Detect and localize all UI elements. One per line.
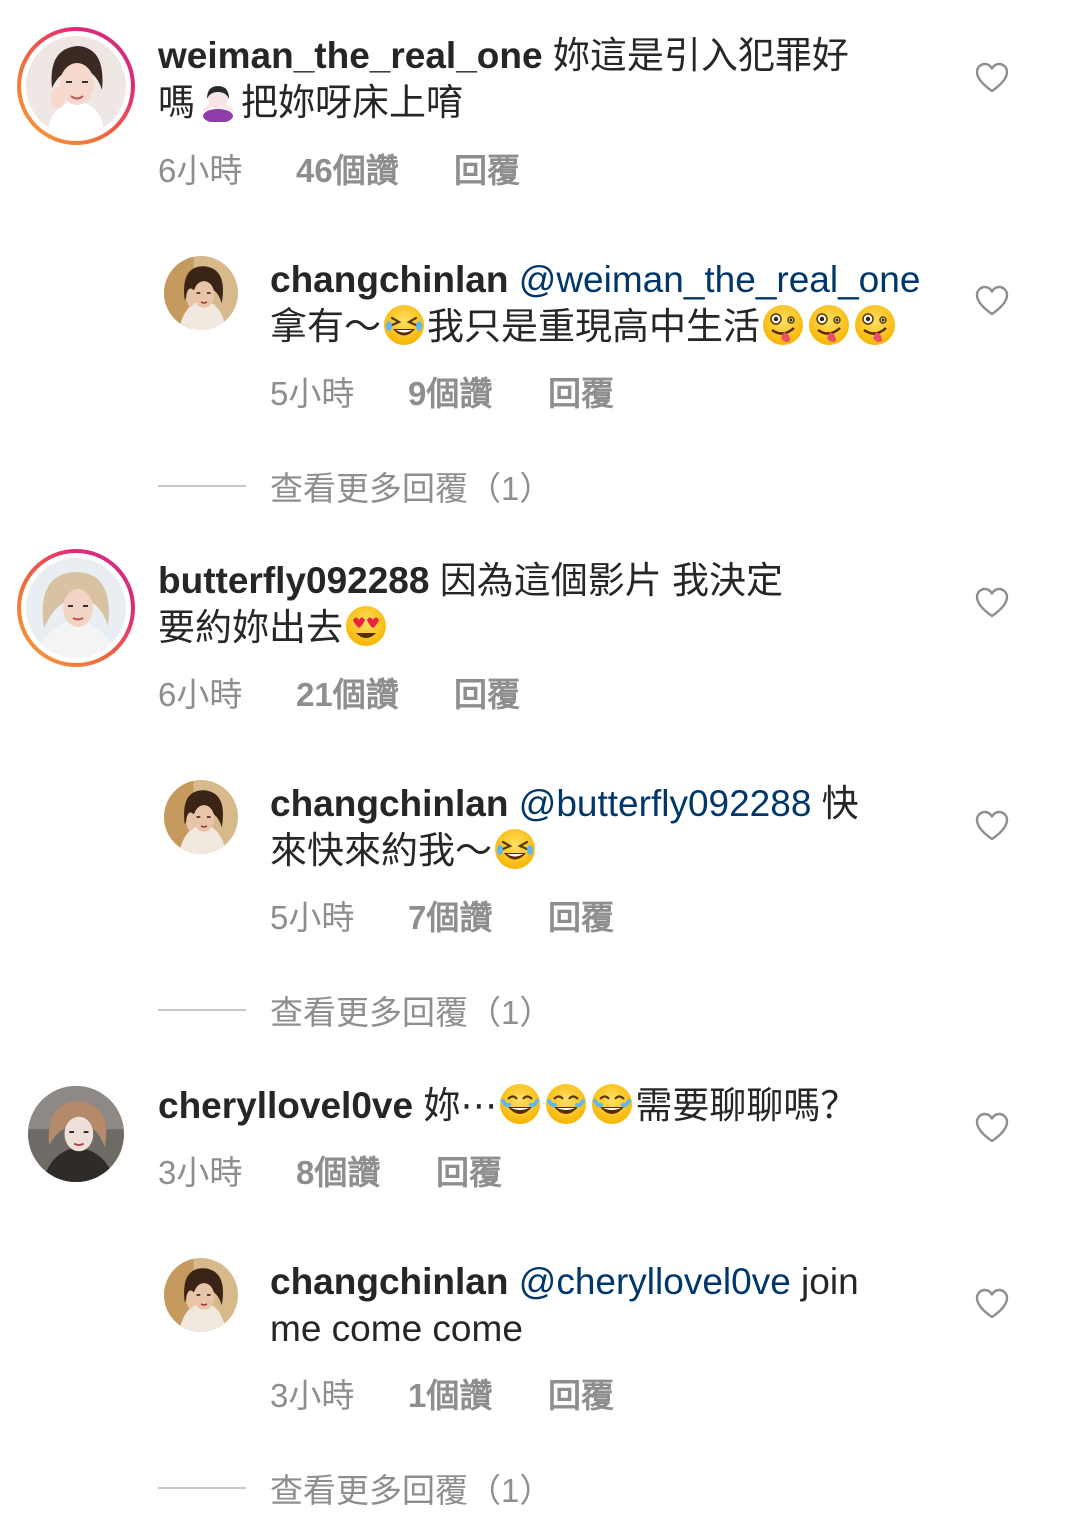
view-more-label: 查看更多回覆（1）: [270, 994, 553, 1031]
comment-likes[interactable]: 21個讚: [296, 668, 446, 716]
joy-emoji: [591, 1083, 633, 1125]
reply-button[interactable]: 回覆: [436, 1146, 502, 1194]
like-heart-icon[interactable]: [975, 810, 1009, 842]
comment-username[interactable]: cheryllovel0ve: [158, 1085, 413, 1126]
comment-username[interactable]: weiman_the_real_one: [158, 35, 543, 76]
reply-time: 5小時: [270, 375, 355, 412]
reply-text: changchinlan @butterfly092288 快 來快來約我～: [270, 783, 859, 871]
view-more-replies[interactable]: 查看更多回覆（1）: [158, 986, 552, 1034]
like-heart-icon[interactable]: [975, 62, 1009, 94]
zany-face-emoji: [808, 304, 850, 346]
reply-username[interactable]: changchinlan: [270, 1261, 508, 1302]
reply-button[interactable]: 回覆: [548, 891, 614, 939]
comment-text: cheryllovel0ve 妳⋯ 需要聊聊嗎？: [158, 1083, 858, 1126]
comment-time: 6小時: [158, 676, 243, 713]
avatar: [26, 36, 126, 136]
reply-button[interactable]: 回覆: [454, 144, 520, 192]
comment-time: 6小時: [158, 152, 243, 189]
view-more-label: 查看更多回覆（1）: [270, 1472, 553, 1509]
reply-button[interactable]: 回覆: [548, 367, 614, 415]
view-more-label: 查看更多回覆（1）: [270, 470, 553, 507]
like-heart-icon[interactable]: [975, 1112, 1009, 1144]
reply-meta: 3小時 1個讚 回覆: [270, 1369, 614, 1417]
zany-face-emoji: [854, 304, 896, 346]
mention-link[interactable]: @butterfly092288: [508, 783, 812, 824]
like-heart-icon[interactable]: [975, 285, 1009, 317]
reply-button[interactable]: 回覆: [454, 668, 520, 716]
avatar-story-ring[interactable]: [17, 549, 135, 667]
divider-line: [158, 1009, 246, 1011]
reply-username[interactable]: changchinlan: [270, 259, 508, 300]
reply-button[interactable]: 回覆: [548, 1369, 614, 1417]
person-gesturing-no-emoji: [197, 80, 239, 122]
reply-likes[interactable]: 9個讚: [408, 367, 548, 415]
reply-likes[interactable]: 1個讚: [408, 1369, 548, 1417]
like-heart-icon[interactable]: [975, 587, 1009, 619]
avatar[interactable]: [164, 1258, 238, 1332]
avatar[interactable]: [164, 780, 238, 854]
reply-username[interactable]: changchinlan: [270, 783, 508, 824]
view-more-replies[interactable]: 查看更多回覆（1）: [158, 462, 552, 510]
divider-line: [158, 485, 246, 487]
avatar-story-ring[interactable]: [17, 27, 135, 145]
divider-line: [158, 1487, 246, 1489]
joy-emoji: [545, 1083, 587, 1125]
comment-username[interactable]: butterfly092288: [158, 560, 429, 601]
mention-link[interactable]: @cheryllovel0ve: [508, 1261, 791, 1302]
reply-text: changchinlan @weiman_the_real_one 拿有～ 我只是…: [270, 259, 921, 347]
zany-face-emoji: [762, 304, 804, 346]
avatar[interactable]: [164, 256, 238, 330]
comment-meta: 6小時 21個讚 回覆: [158, 668, 520, 716]
view-more-replies[interactable]: 查看更多回覆（1）: [158, 1464, 552, 1512]
avatar[interactable]: [28, 1086, 124, 1182]
reply-meta: 5小時 7個讚 回覆: [270, 891, 614, 939]
reply-text: changchinlan @cheryllovel0ve join me com…: [270, 1261, 859, 1349]
avatar: [26, 558, 126, 658]
comment-time: 3小時: [158, 1154, 243, 1191]
comment-likes[interactable]: 46個讚: [296, 144, 446, 192]
rolling-laughing-emoji: [494, 828, 536, 870]
comment-meta: 6小時 46個讚 回覆: [158, 144, 520, 192]
heart-eyes-emoji: [345, 605, 387, 647]
reply-time: 3小時: [270, 1377, 355, 1414]
comment-text: weiman_the_real_one 妳這是引入犯罪好 嗎把妳呀床上唷: [158, 35, 849, 123]
reply-likes[interactable]: 7個讚: [408, 891, 548, 939]
rolling-laughing-emoji: [383, 304, 425, 346]
comment-likes[interactable]: 8個讚: [296, 1146, 436, 1194]
like-heart-icon[interactable]: [975, 1288, 1009, 1320]
comment-text: butterfly092288 因為這個影片 我決定 要約妳出去: [158, 560, 784, 648]
joy-emoji: [499, 1083, 541, 1125]
mention-link[interactable]: @weiman_the_real_one: [508, 259, 921, 300]
reply-time: 5小時: [270, 899, 355, 936]
reply-meta: 5小時 9個讚 回覆: [270, 367, 614, 415]
comment-meta: 3小時 8個讚 回覆: [158, 1146, 502, 1194]
